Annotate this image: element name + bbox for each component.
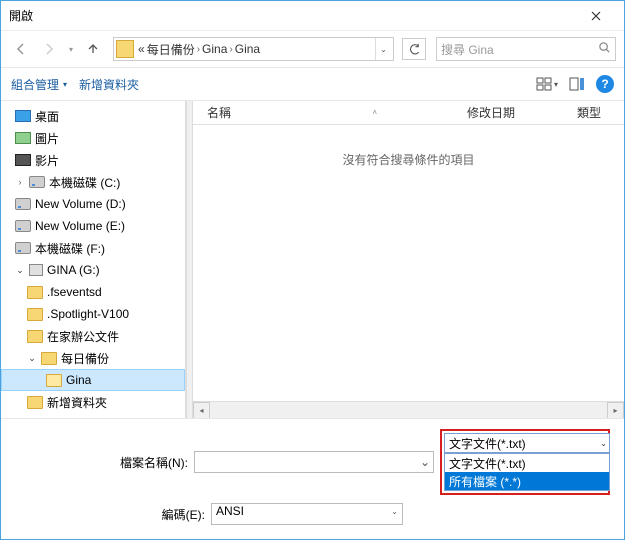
refresh-icon — [408, 43, 421, 56]
tree-item-office[interactable]: 在家辦公文件 — [1, 325, 185, 347]
organize-menu[interactable]: 組合管理 ▾ — [11, 76, 67, 93]
chevron-right-icon: › — [229, 44, 232, 55]
filename-input[interactable] — [194, 451, 434, 473]
refresh-button[interactable] — [402, 38, 426, 60]
desktop-icon — [15, 110, 31, 122]
arrow-up-icon — [86, 42, 100, 56]
h-scrollbar[interactable]: ◂ ▸ — [193, 401, 624, 418]
preview-button[interactable] — [566, 74, 588, 94]
tree-item-daily[interactable]: ⌄每日備份 — [1, 347, 185, 369]
close-icon — [591, 11, 601, 21]
drive-icon — [15, 242, 31, 254]
usb-icon — [29, 264, 43, 276]
preview-icon — [569, 77, 585, 91]
collapse-icon[interactable]: ⌄ — [27, 353, 37, 363]
filename-dropdown[interactable]: ⌄ — [417, 452, 433, 472]
newfolder-button[interactable]: 新增資料夾 — [79, 76, 139, 93]
scroll-right-icon[interactable]: ▸ — [607, 402, 624, 419]
pictures-icon — [15, 132, 31, 144]
column-date[interactable]: 修改日期 — [467, 104, 577, 121]
drive-icon — [15, 220, 31, 232]
tree-item-fsevents[interactable]: .fseventsd — [1, 281, 185, 303]
column-type[interactable]: 類型 — [577, 104, 601, 121]
forward-button[interactable] — [37, 37, 61, 61]
view-icon — [536, 77, 552, 91]
drive-icon — [15, 198, 31, 210]
tree-item-newfolder[interactable]: 新增資料夾 — [1, 391, 185, 413]
search-input[interactable]: 搜尋 Gina — [436, 37, 616, 61]
back-button[interactable] — [9, 37, 33, 61]
tree-item-drive-f[interactable]: 本機磁碟 (F:) — [1, 237, 185, 259]
videos-icon — [15, 154, 31, 166]
filetype-dropdown-list: 文字文件(*.txt) 所有檔案 (*.*) — [444, 453, 610, 491]
view-button[interactable]: ▾ — [536, 74, 558, 94]
tree-item-drive-d[interactable]: New Volume (D:) — [1, 193, 185, 215]
chevron-right-icon: › — [197, 44, 200, 55]
recent-button[interactable]: ▾ — [65, 37, 77, 61]
tree-item-desktop[interactable]: 桌面 — [1, 105, 185, 127]
filetype-option[interactable]: 所有檔案 (*.*) — [445, 472, 609, 490]
expand-icon[interactable]: › — [15, 177, 25, 187]
folder-tree[interactable]: 桌面 圖片 影片 ›本機磁碟 (C:) New Volume (D:) New … — [1, 101, 186, 418]
chevron-down-icon: ⌄ — [391, 507, 398, 516]
tree-item-drive-e[interactable]: New Volume (E:) — [1, 215, 185, 237]
empty-message: 沒有符合搜尋條件的項目 — [193, 125, 624, 401]
tree-item-gina[interactable]: Gina — [1, 369, 185, 391]
tree-item-spotlight[interactable]: .Spotlight-V100 — [1, 303, 185, 325]
organize-label: 組合管理 — [11, 76, 59, 93]
folder-icon — [27, 330, 43, 343]
close-button[interactable] — [576, 2, 616, 30]
tree-item-drive-c[interactable]: ›本機磁碟 (C:) — [1, 171, 185, 193]
help-icon: ? — [601, 77, 608, 91]
folder-icon — [116, 40, 134, 58]
folder-icon — [41, 352, 57, 365]
filetype-option[interactable]: 文字文件(*.txt) — [445, 454, 609, 472]
breadcrumb-seg[interactable]: Gina — [235, 42, 260, 56]
breadcrumb-dropdown[interactable]: ⌄ — [375, 38, 391, 60]
folder-icon — [27, 308, 43, 321]
sort-indicator-icon: ˄ — [372, 108, 377, 117]
breadcrumb-prefix: « — [138, 42, 145, 56]
breadcrumb-seg[interactable]: Gina — [202, 42, 227, 56]
search-icon — [598, 41, 611, 57]
filetype-highlight-box: 文字文件(*.txt) ⌄ 文字文件(*.txt) 所有檔案 (*.*) — [440, 429, 610, 495]
newfolder-label: 新增資料夾 — [79, 76, 139, 93]
chevron-down-icon: ▾ — [554, 80, 558, 89]
chevron-down-icon: ⌄ — [420, 455, 430, 469]
chevron-down-icon: ▾ — [69, 45, 73, 54]
folder-open-icon — [46, 374, 62, 387]
arrow-left-icon — [14, 42, 28, 56]
chevron-down-icon: ⌄ — [380, 45, 387, 54]
scroll-left-icon[interactable]: ◂ — [193, 402, 210, 419]
splitter[interactable] — [186, 101, 193, 418]
breadcrumb-seg[interactable]: 每日備份 — [147, 41, 195, 58]
filename-label: 檔案名稱(N): — [15, 454, 188, 471]
folder-icon — [27, 396, 43, 409]
arrow-right-icon — [42, 42, 56, 56]
folder-icon — [27, 286, 43, 299]
help-button[interactable]: ? — [596, 75, 614, 93]
breadcrumb[interactable]: « 每日備份 › Gina › Gina ⌄ — [113, 37, 394, 61]
encoding-select[interactable]: ANSI ⌄ — [211, 503, 403, 525]
column-name[interactable]: 名稱˄ — [207, 104, 467, 121]
tree-item-drive-g[interactable]: ⌄GINA (G:) — [1, 259, 185, 281]
encoding-label: 編碼(E): — [15, 506, 205, 523]
tree-item-pictures[interactable]: 圖片 — [1, 127, 185, 149]
chevron-down-icon: ⌄ — [600, 439, 607, 448]
window-title: 開啟 — [9, 7, 576, 24]
tree-item-videos[interactable]: 影片 — [1, 149, 185, 171]
chevron-down-icon: ▾ — [63, 80, 67, 89]
collapse-icon[interactable]: ⌄ — [15, 265, 25, 275]
filetype-select[interactable]: 文字文件(*.txt) ⌄ — [444, 433, 610, 453]
search-placeholder: 搜尋 Gina — [441, 41, 494, 58]
drive-icon — [29, 176, 45, 188]
up-button[interactable] — [81, 37, 105, 61]
